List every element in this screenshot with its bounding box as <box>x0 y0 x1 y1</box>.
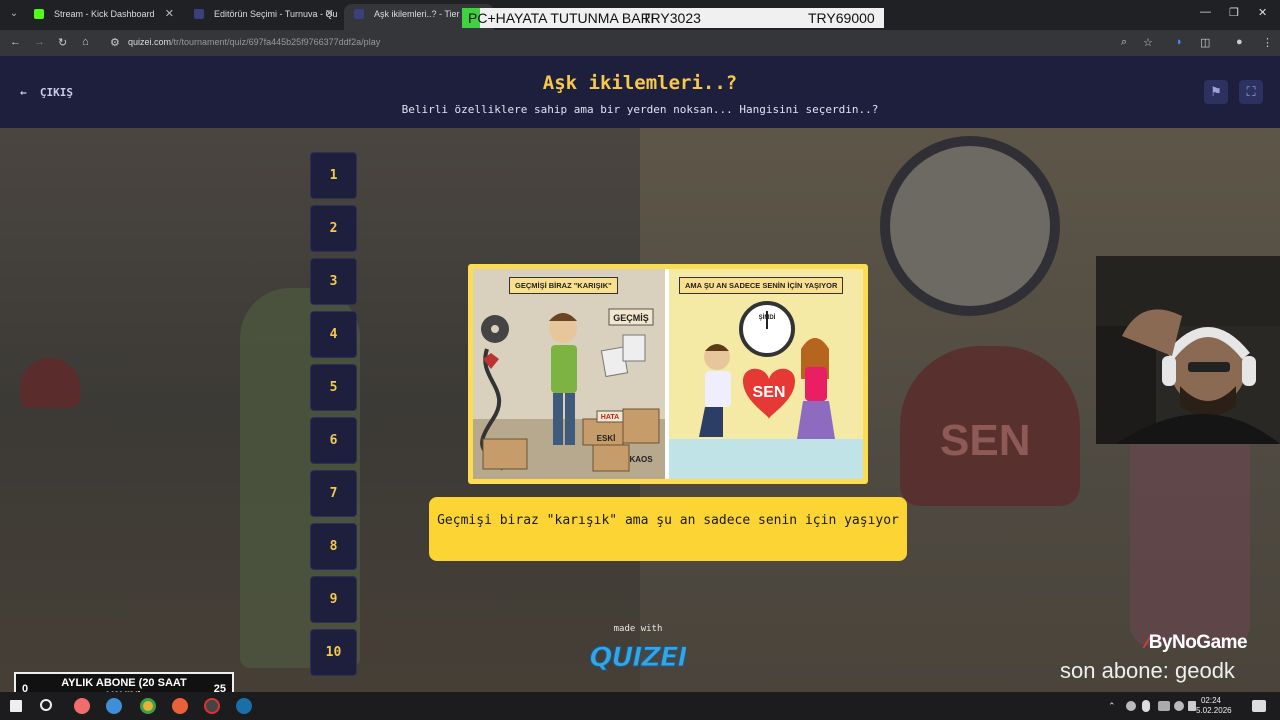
present-love-illustration: ŞİMDİ SEN <box>669 269 863 479</box>
tab-search-icon[interactable]: ⌄ <box>6 6 22 22</box>
svg-text:QUIZEI: QUIZEI <box>590 642 686 672</box>
donation-current: TRY3023 <box>642 10 701 26</box>
volume-icon[interactable] <box>1188 701 1196 711</box>
report-flag-button[interactable]: ⚑ <box>1204 80 1228 104</box>
firefox-icon[interactable] <box>172 698 188 714</box>
close-tab-icon[interactable]: ✕ <box>325 4 334 24</box>
notification-icon[interactable] <box>1252 700 1266 712</box>
fullscreen-button[interactable]: ⛶ <box>1239 80 1263 104</box>
extensions-puzzle-icon[interactable]: ◫ <box>1200 36 1210 49</box>
search-icon[interactable] <box>40 699 52 711</box>
tab-title: Editörün Seçimi - Turnuva - Qu <box>214 9 338 19</box>
bookmark-star-icon[interactable]: ☆ <box>1143 36 1153 49</box>
back-icon[interactable]: ← <box>10 36 21 48</box>
hata-label: HATA <box>601 414 619 421</box>
url-field[interactable]: quizei.com/tr/tournament/quiz/697fa445b2… <box>128 37 380 47</box>
zoom-icon[interactable]: ⌕ <box>1121 36 1127 49</box>
simdi-label: ŞİMDİ <box>759 314 776 321</box>
restore-icon[interactable]: ❐ <box>1229 6 1239 19</box>
round-button[interactable]: 10 <box>310 629 357 676</box>
bynogame-brand: ⁄ByNoGame <box>1146 632 1248 654</box>
clock-date: 5.02.2026 <box>1196 706 1232 715</box>
address-bar: ← → ↻ ⌂ ⚙ quizei.com/tr/tournament/quiz/… <box>0 30 1280 56</box>
round-button[interactable]: 1 <box>310 152 357 199</box>
minimize-icon[interactable]: — <box>1200 6 1211 18</box>
windows-taskbar: ⌃ 02:24 5.02.2026 <box>0 692 1280 720</box>
site-info-icon[interactable]: ⚙ <box>110 36 120 49</box>
kaos-label: KAOS <box>629 455 653 464</box>
webcam-overlay <box>1096 256 1280 444</box>
tray-chevron-icon[interactable]: ⌃ <box>1108 701 1118 711</box>
url-host: quizei.com <box>128 37 172 47</box>
browser-menu-icon[interactable]: ⋮ <box>1262 36 1273 49</box>
brand-name: ByNoGame <box>1148 632 1248 653</box>
donation-goal-bar: PC+HAYATA TUTUNMA BARI TRY3023 TRY69000 <box>462 8 884 28</box>
round-button[interactable]: 2 <box>310 205 357 252</box>
quizei-logo-wordmark: QUIZEI <box>589 642 689 674</box>
edge-icon[interactable] <box>106 698 122 714</box>
battery-icon[interactable] <box>1158 701 1170 711</box>
chrome-icon[interactable] <box>140 698 156 714</box>
wifi-icon[interactable] <box>1174 701 1184 711</box>
sen-background-text: SEN <box>940 416 1031 465</box>
caption-present: AMA ŞU AN SADECE SENİN İÇİN YAŞIYOR <box>679 277 844 294</box>
quiz-page: SEN ← ÇIKIŞ Aşk ikilemleri..? Belirli öz… <box>0 56 1280 692</box>
network-icon[interactable] <box>1126 701 1136 711</box>
url-path: /tr/tournament/quiz/697fa445b25f9766377d… <box>171 37 381 47</box>
round-button[interactable]: 5 <box>310 364 357 411</box>
gecmis-label: GEÇMİŞ <box>613 313 649 323</box>
quizei-favicon-icon <box>354 9 364 19</box>
broken-heart-decoration <box>20 358 80 408</box>
streamer-webcam-image <box>1096 256 1280 444</box>
answer-option[interactable]: Geçmişi biraz "karışık" ama şu an sadece… <box>429 497 907 561</box>
forward-icon[interactable]: → <box>34 36 45 48</box>
flag-icon: ⚑ <box>1210 84 1222 99</box>
steam-icon[interactable] <box>236 698 252 714</box>
home-icon[interactable]: ⌂ <box>82 36 89 48</box>
system-clock[interactable]: 02:24 5.02.2026 <box>1196 696 1232 716</box>
round-button[interactable]: 6 <box>310 417 357 464</box>
round-button[interactable]: 8 <box>310 523 357 570</box>
round-button[interactable]: 9 <box>310 576 357 623</box>
page-title: Aşk ikilemleri..? <box>542 72 738 94</box>
round-button[interactable]: 3 <box>310 258 357 305</box>
donation-goal-label: PC+HAYATA TUTUNMA BARI <box>468 10 655 26</box>
quiz-header: ← ÇIKIŞ Aşk ikilemleri..? Belirli özelli… <box>0 56 1280 128</box>
round-button[interactable]: 7 <box>310 470 357 517</box>
quiz-image: GEÇMİŞ HATA ESKİ KAOS GEÇMİŞİ BİRAZ "KAR… <box>473 269 863 479</box>
last-subscriber: son abone: geodk <box>1060 658 1235 683</box>
quizei-logo[interactable]: QUIZEI <box>589 638 689 679</box>
reload-icon[interactable]: ↻ <box>58 36 67 49</box>
close-window-icon[interactable]: ✕ <box>1258 6 1267 19</box>
image-panel-present: ŞİMDİ SEN AMA ŞU AN SADECE SENİN İÇİN YA… <box>669 269 863 479</box>
tab-editors-choice[interactable]: Editörün Seçimi - Turnuva - Qu ✕ <box>184 4 342 30</box>
caption-past: GEÇMİŞİ BİRAZ "KARIŞIK" <box>509 277 618 294</box>
clock-time: 02:24 <box>1200 696 1222 705</box>
tab-title: Stream - Kick Dashboard <box>54 9 155 19</box>
obs-icon[interactable] <box>204 698 220 714</box>
clock-decoration <box>880 136 1060 316</box>
donation-goal-amount: TRY69000 <box>808 10 875 26</box>
round-button[interactable]: 4 <box>310 311 357 358</box>
tab-kick-dashboard[interactable]: Stream - Kick Dashboard ✕ <box>24 4 182 30</box>
microphone-icon[interactable] <box>1142 700 1150 712</box>
quizei-favicon-icon <box>194 9 204 19</box>
extension-icon[interactable]: ◗ <box>1176 36 1183 48</box>
messy-past-illustration: GEÇMİŞ HATA ESKİ KAOS <box>473 269 665 479</box>
sen-label: SEN <box>753 384 786 401</box>
image-panel-past: GEÇMİŞ HATA ESKİ KAOS GEÇMİŞİ BİRAZ "KAR… <box>473 269 665 479</box>
windows-start-icon[interactable] <box>10 700 22 712</box>
app-icon[interactable] <box>74 698 90 714</box>
eski-label: ESKİ <box>597 434 616 443</box>
close-tab-icon[interactable]: ✕ <box>165 4 174 24</box>
profile-avatar-icon[interactable]: ● <box>1236 36 1243 48</box>
page-subtitle: Belirli özelliklere sahip ama bir yerden… <box>401 103 879 116</box>
kick-favicon-icon <box>34 9 44 19</box>
fullscreen-icon: ⛶ <box>1246 84 1256 99</box>
quiz-image-card[interactable]: GEÇMİŞ HATA ESKİ KAOS GEÇMİŞİ BİRAZ "KAR… <box>468 264 868 484</box>
made-with-label: made with <box>613 624 663 634</box>
